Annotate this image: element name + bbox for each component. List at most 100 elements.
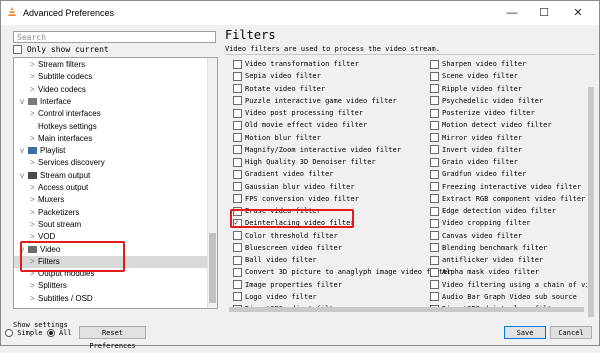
- filter-checkbox[interactable]: [430, 255, 439, 265]
- search-input[interactable]: Search: [13, 31, 216, 43]
- filter-option[interactable]: Sepia video filter: [233, 70, 321, 82]
- filter-option[interactable]: Image properties filter: [233, 279, 342, 291]
- filter-checkbox[interactable]: [233, 182, 242, 191]
- tree-item[interactable]: > Subtitle codecs: [14, 71, 217, 83]
- filter-checkbox[interactable]: [233, 84, 242, 93]
- filter-option[interactable]: antiflicker video filter: [430, 254, 543, 266]
- tree-item[interactable]: > Packetizers: [14, 207, 217, 219]
- filter-checkbox[interactable]: [233, 292, 242, 302]
- filter-option[interactable]: Extract RGB component video filter: [430, 193, 585, 205]
- reset-preferences-button[interactable]: Reset Preferences: [79, 326, 146, 350]
- filter-checkbox[interactable]: [233, 133, 242, 142]
- filter-option[interactable]: Alpha mask video filter: [430, 266, 539, 278]
- filter-checkbox[interactable]: [233, 145, 242, 155]
- filter-checkbox[interactable]: [233, 243, 242, 253]
- filter-option[interactable]: Old movie effect video filter: [233, 119, 367, 131]
- filter-checkbox[interactable]: [233, 59, 242, 69]
- filter-option[interactable]: Convert 3D picture to anaglyph image vid…: [233, 266, 452, 278]
- filter-checkbox[interactable]: [430, 280, 439, 289]
- maximize-button[interactable]: ☐: [529, 1, 559, 25]
- filter-option[interactable]: Puzzle interactive game video filter: [233, 95, 397, 107]
- filter-option[interactable]: Scene video filter: [430, 70, 518, 82]
- tree-item[interactable]: > Muxers: [14, 194, 217, 206]
- filter-option[interactable]: Motion blur filter: [233, 132, 321, 144]
- filter-checkbox[interactable]: [233, 231, 242, 240]
- tree-item[interactable]: v Interface: [14, 96, 213, 108]
- chevron-right-icon[interactable]: >: [30, 157, 38, 169]
- filter-option[interactable]: Video post processing filter: [233, 107, 363, 119]
- simple-radio[interactable]: [5, 329, 13, 337]
- filters-horizontal-scrollbar-thumb[interactable]: [229, 307, 584, 312]
- filter-checkbox[interactable]: [233, 255, 242, 265]
- filter-checkbox[interactable]: [233, 267, 242, 277]
- filter-option[interactable]: Video filtering using a chain of video: [430, 279, 587, 291]
- tree-item[interactable]: > Subtitles / OSD: [14, 293, 217, 305]
- chevron-right-icon[interactable]: >: [30, 293, 38, 305]
- tree-item[interactable]: > Services discovery: [14, 157, 217, 169]
- filter-option[interactable]: Sharpen video filter: [430, 58, 526, 70]
- all-radio[interactable]: [46, 329, 55, 337]
- filter-option[interactable]: High Quality 3D Denoiser filter: [233, 156, 376, 168]
- close-button[interactable]: ✕: [563, 1, 593, 25]
- filter-option[interactable]: Freezing interactive video filter: [430, 181, 581, 193]
- filter-checkbox[interactable]: [430, 157, 439, 167]
- filter-option[interactable]: Color threshold filter: [233, 230, 338, 242]
- filter-checkbox[interactable]: [430, 84, 439, 93]
- filter-checkbox[interactable]: [430, 145, 439, 155]
- filters-vertical-scrollbar[interactable]: [587, 57, 595, 317]
- tree-item[interactable]: > Main interfaces: [14, 133, 217, 145]
- filter-checkbox[interactable]: [430, 169, 439, 179]
- chevron-right-icon[interactable]: >: [30, 59, 38, 71]
- filter-checkbox[interactable]: [430, 206, 439, 216]
- filter-checkbox[interactable]: [233, 108, 242, 118]
- filter-checkbox[interactable]: [430, 133, 439, 142]
- filter-checkbox[interactable]: [430, 292, 439, 302]
- tree-scrollbar[interactable]: [207, 58, 217, 308]
- filter-checkbox[interactable]: [430, 243, 439, 253]
- filters-vertical-scrollbar-thumb[interactable]: [588, 87, 594, 317]
- only-show-current-option[interactable]: Only show current: [13, 45, 109, 54]
- chevron-right-icon[interactable]: >: [30, 71, 38, 83]
- chevron-right-icon[interactable]: >: [30, 182, 38, 194]
- chevron-right-icon[interactable]: >: [30, 108, 38, 120]
- filter-option[interactable]: Blending benchmark filter: [430, 242, 547, 254]
- filter-checkbox[interactable]: [233, 157, 242, 167]
- tree-item[interactable]: Hotkeys settings: [14, 121, 217, 133]
- save-button[interactable]: Save: [504, 326, 546, 339]
- chevron-right-icon[interactable]: >: [30, 84, 38, 96]
- filter-option[interactable]: Motion detect video filter: [430, 119, 552, 131]
- filter-checkbox[interactable]: [430, 231, 439, 240]
- filter-checkbox[interactable]: [233, 71, 242, 81]
- filter-checkbox[interactable]: [430, 218, 439, 228]
- tree-item[interactable]: > Splitters: [14, 280, 217, 292]
- filter-option[interactable]: Logo video filter: [233, 291, 317, 303]
- filter-option[interactable]: Bluescreen video filter: [233, 242, 342, 254]
- filter-option[interactable]: Video cropping filter: [430, 217, 531, 229]
- filter-option[interactable]: Rotate video filter: [233, 83, 325, 95]
- filter-option[interactable]: Ball video filter: [233, 254, 317, 266]
- filter-checkbox[interactable]: [430, 182, 439, 191]
- filter-checkbox[interactable]: [233, 169, 242, 179]
- filter-checkbox[interactable]: [233, 280, 242, 289]
- filter-checkbox[interactable]: [430, 267, 439, 277]
- filter-checkbox[interactable]: [233, 120, 242, 130]
- tree-item[interactable]: > Video codecs: [14, 84, 217, 96]
- filter-checkbox[interactable]: [430, 71, 439, 81]
- chevron-right-icon[interactable]: >: [30, 194, 38, 206]
- filter-checkbox[interactable]: [430, 108, 439, 118]
- chevron-down-icon[interactable]: v: [20, 96, 28, 108]
- only-show-current-checkbox[interactable]: [13, 45, 22, 54]
- filter-checkbox[interactable]: [430, 194, 439, 204]
- filter-option[interactable]: Magnify/Zoom interactive video filter: [233, 144, 401, 156]
- tree-item[interactable]: > Control interfaces: [14, 108, 217, 120]
- tree-item[interactable]: v Stream output: [14, 170, 213, 182]
- filter-checkbox[interactable]: [430, 59, 439, 69]
- filter-option[interactable]: Edge detection video filter: [430, 205, 556, 217]
- filter-checkbox[interactable]: [430, 120, 439, 130]
- filter-option[interactable]: Grain video filter: [430, 156, 518, 168]
- filter-checkbox[interactable]: [233, 96, 242, 106]
- tree-item[interactable]: > Sout stream: [14, 219, 217, 231]
- filter-option[interactable]: Gaussian blur video filter: [233, 181, 355, 193]
- filter-option[interactable]: Psychedelic video filter: [430, 95, 543, 107]
- filter-option[interactable]: Gradfun video filter: [430, 168, 526, 180]
